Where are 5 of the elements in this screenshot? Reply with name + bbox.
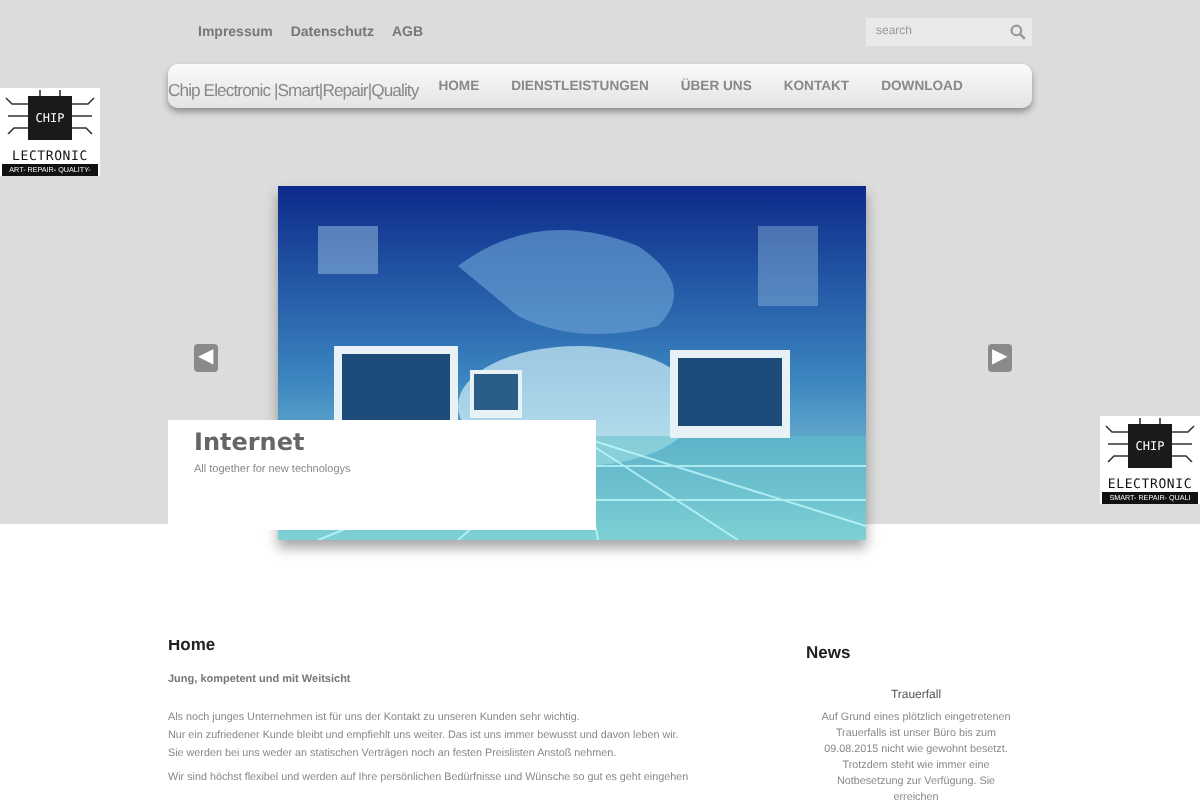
site-title[interactable]: Chip Electronic |Smart|Repair|Quality (168, 79, 419, 99)
news-heading: News (806, 642, 853, 662)
search-icon[interactable] (1010, 24, 1026, 40)
section-heading: Home (168, 634, 218, 654)
caption-title: Internet (194, 428, 307, 456)
